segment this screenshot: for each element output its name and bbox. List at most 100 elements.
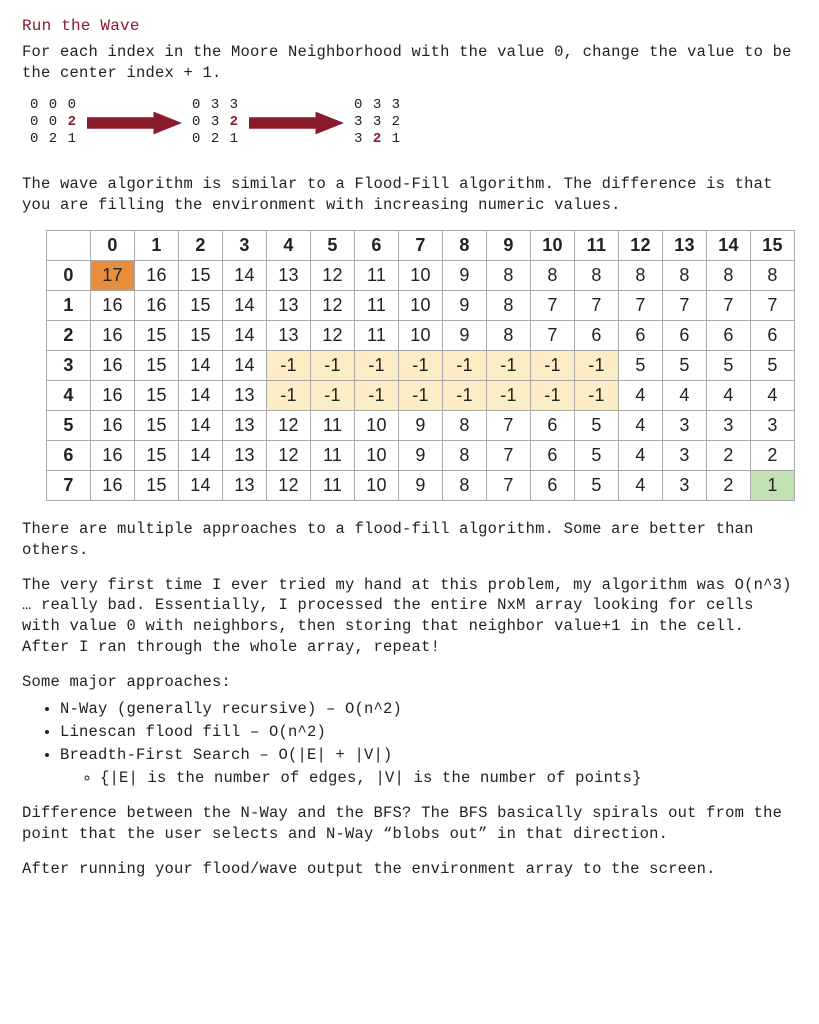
intro-paragraph: For each index in the Moore Neighborhood… [22,42,797,84]
row-header: 0 [47,260,91,290]
grid-cell: 9 [443,320,487,350]
distance-grid-table: 0123456789101112131415017161514131211109… [46,230,795,501]
output-instruction-paragraph: After running your flood/wave output the… [22,859,797,880]
grid-cell: 10 [355,440,399,470]
grid-cell: 9 [443,290,487,320]
list-item: N-Way (generally recursive) – O(n^2) [60,699,797,720]
major-approaches-label: Some major approaches: [22,672,797,693]
grid-cell: 4 [663,380,707,410]
grid-cell: 16 [91,320,135,350]
grid-cell: 12 [267,440,311,470]
grid-cell: 4 [619,410,663,440]
grid-cell: 9 [399,470,443,500]
grid-cell: 10 [355,470,399,500]
grid-cell: 12 [267,410,311,440]
list-item-label: Breadth-First Search – O(|E| + |V|) [60,746,393,764]
col-header: 3 [223,230,267,260]
grid-cell: 14 [179,440,223,470]
row-header: 6 [47,440,91,470]
grid-cell: 8 [531,260,575,290]
grid-cell: 15 [135,410,179,440]
col-header: 13 [663,230,707,260]
nway-vs-bfs-paragraph: Difference between the N-Way and the BFS… [22,803,797,845]
grid-cell: 5 [619,350,663,380]
grid-cell: 12 [311,320,355,350]
grid-cell: 4 [619,380,663,410]
grid-cell: 16 [91,440,135,470]
grid-cell: 14 [223,350,267,380]
grid-cell: 6 [707,320,751,350]
grid-cell: -1 [531,350,575,380]
grid-cell: 14 [179,470,223,500]
grid-cell: 13 [223,440,267,470]
grid-cell: 11 [355,320,399,350]
grid-cell: 11 [355,260,399,290]
col-header: 14 [707,230,751,260]
col-header: 5 [311,230,355,260]
col-header: 6 [355,230,399,260]
grid-cell: 15 [135,470,179,500]
grid-cell: 6 [663,320,707,350]
grid-cell: -1 [443,380,487,410]
grid-cell: 16 [91,350,135,380]
col-header: 1 [135,230,179,260]
grid-cell: 8 [663,260,707,290]
grid-cell: 14 [223,290,267,320]
grid-cell: -1 [267,350,311,380]
grid-cell: 13 [267,290,311,320]
row-header: 7 [47,470,91,500]
grid-cell: -1 [443,350,487,380]
table-corner [47,230,91,260]
grid-cell: 10 [399,290,443,320]
arrow-right-icon [87,111,182,135]
grid-cell: 15 [179,260,223,290]
col-header: 15 [751,230,795,260]
grid-cell: 3 [707,410,751,440]
grid-cell: 14 [223,260,267,290]
grid-cell: 8 [487,290,531,320]
grid-cell: 14 [223,320,267,350]
grid-cell: 1 [751,470,795,500]
grid-cell: 7 [575,290,619,320]
grid-cell: 4 [619,440,663,470]
list-item: Breadth-First Search – O(|E| + |V|) {|E|… [60,745,797,789]
grid-cell: 14 [179,410,223,440]
grid-cell: 3 [751,410,795,440]
grid-cell: -1 [575,350,619,380]
grid-cell: 6 [575,320,619,350]
col-header: 10 [531,230,575,260]
row-header: 5 [47,410,91,440]
grid-cell: 8 [751,260,795,290]
grid-cell: 16 [91,410,135,440]
row-header: 4 [47,380,91,410]
grid-cell: 8 [707,260,751,290]
grid-cell: 15 [135,440,179,470]
grid-cell: -1 [399,350,443,380]
col-header: 8 [443,230,487,260]
demo-grid-3: 0 3 3 3 3 2 3 2 1 [354,97,401,147]
row-header: 2 [47,320,91,350]
grid-cell: 6 [751,320,795,350]
grid-cell: 7 [619,290,663,320]
row-header: 3 [47,350,91,380]
grid-cell: 7 [751,290,795,320]
grid-cell: 7 [531,320,575,350]
arrow-right-icon [249,111,344,135]
grid-cell: -1 [487,350,531,380]
approach-sublist: {|E| is the number of edges, |V| is the … [100,768,797,789]
grid-cell: 10 [399,320,443,350]
grid-cell: 16 [135,260,179,290]
col-header: 12 [619,230,663,260]
grid-cell: 11 [311,440,355,470]
grid-cell: 12 [311,260,355,290]
grid-cell: -1 [399,380,443,410]
grid-cell: 6 [531,440,575,470]
grid-cell: -1 [311,350,355,380]
grid-cell: 16 [91,380,135,410]
grid-cell: -1 [487,380,531,410]
grid-cell: 17 [91,260,135,290]
grid-cell: -1 [355,380,399,410]
grid-cell: 5 [575,440,619,470]
grid-cell: -1 [311,380,355,410]
grid-cell: 9 [399,410,443,440]
